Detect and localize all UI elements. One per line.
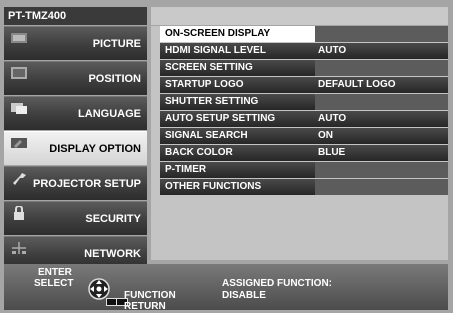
nav-item-label: DISPLAY OPTION	[49, 143, 141, 155]
menu-row-back-color[interactable]: BACK COLOR BLUE	[151, 145, 448, 161]
menu-item-label: SHUTTER SETTING	[160, 94, 315, 110]
enter-label: ENTER	[38, 267, 72, 278]
menu-item-value	[315, 94, 448, 110]
assigned-function-value: DISABLE	[222, 290, 266, 301]
nav-item-position[interactable]: POSITION	[4, 61, 147, 95]
menu-item-label: HDMI SIGNAL LEVEL	[160, 43, 315, 59]
display-option-icon	[11, 138, 27, 148]
menu-item-label: P-TIMER	[160, 162, 315, 178]
menu-row-signal-search[interactable]: SIGNAL SEARCH ON	[151, 128, 448, 144]
menu-item-value: BLUE	[315, 145, 448, 161]
nav-item-label: SECURITY	[85, 213, 141, 225]
menu-row-screen-setting[interactable]: SCREEN SETTING	[151, 60, 448, 76]
return-label: RETURN	[124, 301, 166, 312]
nav-item-security[interactable]: SECURITY	[4, 201, 147, 235]
picture-icon	[11, 33, 27, 43]
menu-row-shutter-setting[interactable]: SHUTTER SETTING	[151, 94, 448, 110]
nav-item-label: PICTURE	[92, 38, 141, 50]
select-label: SELECT	[34, 278, 74, 289]
menu-row-auto-setup-setting[interactable]: AUTO SETUP SETTING AUTO	[151, 111, 448, 127]
submenu-panel: ON-SCREEN DISPLAY HDMI SIGNAL LEVEL AUTO SC…	[151, 26, 448, 260]
menu-item-value	[315, 60, 448, 76]
footer-help: ENTER SELECT FUNCTION RETURN ASSIGNED FU…	[4, 264, 448, 312]
menu-item-label: BACK COLOR	[160, 145, 315, 161]
menu-item-value: ON	[315, 128, 448, 144]
language-icon	[11, 103, 27, 114]
menu-item-label: OTHER FUNCTIONS	[160, 179, 315, 195]
nav-item-language[interactable]: LANGUAGE	[4, 96, 147, 130]
panel-header	[151, 7, 448, 25]
menu-row-hdmi-signal-level[interactable]: HDMI SIGNAL LEVEL AUTO	[151, 43, 448, 59]
dpad-icon	[88, 278, 110, 300]
menu-item-value: AUTO	[315, 111, 448, 127]
menu-row-startup-logo[interactable]: STARTUP LOGO DEFAULT LOGO	[151, 77, 448, 93]
menu-item-value	[315, 179, 448, 195]
menu-item-value	[315, 162, 448, 178]
projector-osd: PT-TMZ400 PICTURE POSITION LANGUAGE DISPLAY…	[0, 0, 453, 313]
menu-row-other-functions[interactable]: OTHER FUNCTIONS	[151, 179, 448, 195]
lock-icon	[14, 206, 24, 220]
wrench-icon	[13, 173, 26, 185]
model-title: PT-TMZ400	[4, 7, 147, 25]
nav-item-projector-setup[interactable]: PROJECTOR SETUP	[4, 166, 147, 200]
menu-row-on-screen-display[interactable]: ON-SCREEN DISPLAY	[151, 26, 448, 42]
nav-item-display-option[interactable]: DISPLAY OPTION	[4, 131, 147, 165]
assigned-function-label: ASSIGNED FUNCTION:	[222, 278, 332, 289]
menu-item-label: STARTUP LOGO	[160, 77, 315, 93]
network-icon	[12, 242, 26, 254]
menu-item-label: ON-SCREEN DISPLAY	[160, 26, 315, 42]
menu-item-label: SIGNAL SEARCH	[160, 128, 315, 144]
menu-item-value: AUTO	[315, 43, 448, 59]
function-label: FUNCTION	[124, 290, 176, 301]
nav-item-label: LANGUAGE	[78, 108, 141, 120]
menu-item-value	[315, 26, 448, 42]
menu-item-label: SCREEN SETTING	[160, 60, 315, 76]
menu-item-label: AUTO SETUP SETTING	[160, 111, 315, 127]
nav-item-label: POSITION	[88, 73, 141, 85]
menu-item-value: DEFAULT LOGO	[315, 77, 448, 93]
position-icon	[11, 67, 27, 79]
menu-row-p-timer[interactable]: P-TIMER	[151, 162, 448, 178]
main-menu: PICTURE POSITION LANGUAGE DISPLAY OPTION PRO…	[4, 26, 147, 271]
nav-item-label: PROJECTOR SETUP	[33, 178, 141, 190]
nav-item-picture[interactable]: PICTURE	[4, 26, 147, 60]
